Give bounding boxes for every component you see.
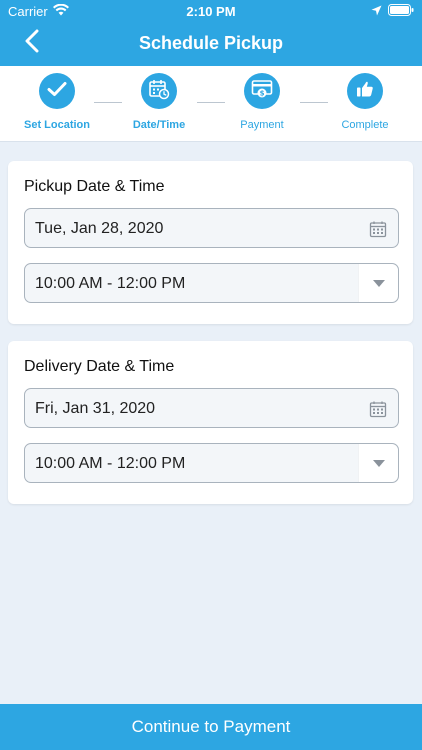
- pickup-date-value: Tue, Jan 28, 2020: [35, 220, 164, 237]
- step-label: Set Location: [23, 119, 90, 131]
- pickup-card: Pickup Date & Time Tue, Jan 28, 2020 10:…: [8, 161, 413, 324]
- location-arrow-icon: [371, 4, 382, 19]
- calendar-icon: [368, 399, 388, 419]
- app-header: Carrier 2:10 PM Schedule Pickup: [0, 0, 422, 66]
- delivery-card: Delivery Date & Time Fri, Jan 31, 2020 1…: [8, 341, 413, 504]
- check-icon: [47, 81, 67, 102]
- step-set-location: Set Location: [12, 73, 102, 131]
- calendar-icon: [368, 219, 388, 239]
- wifi-icon: [52, 3, 69, 19]
- card-dollar-icon: $: [251, 79, 273, 104]
- calendar-clock-icon: [148, 78, 170, 105]
- pickup-time-select[interactable]: 10:00 AM - 12:00 PM: [24, 263, 399, 303]
- pickup-time-value: 10:00 AM - 12:00 PM: [35, 275, 186, 292]
- delivery-date-field[interactable]: Fri, Jan 31, 2020: [24, 388, 399, 428]
- thumbs-up-icon: [355, 79, 375, 104]
- delivery-title: Delivery Date & Time: [24, 358, 175, 375]
- svg-text:$: $: [260, 89, 265, 97]
- chevron-left-icon: [24, 29, 40, 58]
- step-payment: $ Payment: [217, 73, 307, 131]
- carrier-label: Carrier: [8, 4, 48, 19]
- delivery-time-value: 10:00 AM - 12:00 PM: [35, 455, 186, 472]
- continue-to-payment-button[interactable]: Continue to Payment: [0, 704, 422, 750]
- status-bar: Carrier 2:10 PM: [0, 0, 422, 22]
- step-label: Payment: [240, 119, 284, 131]
- status-right: [371, 4, 414, 19]
- delivery-time-select[interactable]: 10:00 AM - 12:00 PM: [24, 443, 399, 483]
- step-complete: Complete: [320, 73, 410, 131]
- battery-icon: [388, 4, 414, 19]
- pickup-date-field[interactable]: Tue, Jan 28, 2020: [24, 208, 399, 248]
- step-label: Date/Time: [132, 119, 186, 131]
- pickup-title: Pickup Date & Time: [24, 178, 165, 195]
- status-carrier: Carrier: [8, 3, 69, 19]
- step-label: Complete: [341, 119, 389, 131]
- delivery-date-value: Fri, Jan 31, 2020: [35, 400, 156, 417]
- step-date-time: Date/Time: [114, 73, 204, 131]
- page-title: Schedule Pickup: [138, 33, 284, 53]
- chevron-down-icon: [373, 280, 385, 287]
- progress-stepper: Set Location Date/Time $ Payment Complet…: [0, 66, 422, 142]
- chevron-down-icon: [373, 460, 385, 467]
- back-button[interactable]: [18, 29, 46, 57]
